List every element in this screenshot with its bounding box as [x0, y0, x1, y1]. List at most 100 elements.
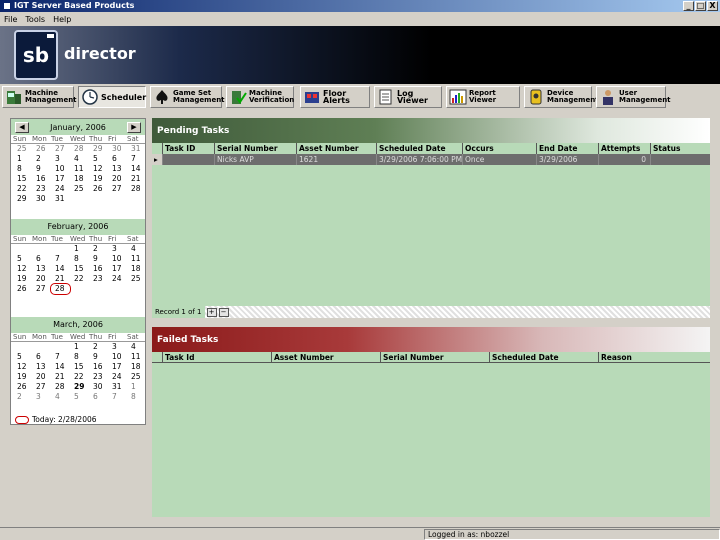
calendar-day[interactable]: 31	[127, 144, 146, 154]
calendar-next-button[interactable]: ▶	[127, 122, 141, 133]
calendar-day[interactable]: 17	[108, 264, 127, 274]
scheduler-button[interactable]: Scheduler	[78, 86, 146, 108]
calendar-day[interactable]: 30	[108, 144, 127, 154]
column-header[interactable]: Status	[650, 143, 710, 154]
remove-record-button[interactable]: −	[218, 307, 229, 317]
calendar-day[interactable]: 13	[32, 264, 51, 274]
column-header[interactable]: Serial Number	[214, 143, 296, 154]
calendar-day[interactable]: 9	[89, 352, 108, 362]
column-header[interactable]: Scheduled Date	[489, 352, 598, 362]
calendar-day[interactable]: 21	[51, 372, 70, 382]
calendar-day[interactable]: 23	[89, 274, 108, 284]
column-header[interactable]: Asset Number	[271, 352, 380, 362]
game-set-management-button[interactable]: Game Set Management	[150, 86, 225, 108]
column-header[interactable]: Reason	[598, 352, 710, 362]
calendar-day[interactable]: 27	[32, 284, 51, 294]
calendar-day[interactable]: 19	[13, 274, 32, 284]
calendar-day[interactable]: 4	[70, 154, 89, 164]
calendar-day[interactable]: 1	[13, 154, 32, 164]
device-management-button[interactable]: Device Management	[524, 86, 599, 108]
calendar-day[interactable]: 29	[13, 194, 32, 204]
maximize-button[interactable]: □	[695, 1, 706, 11]
user-management-button[interactable]: User Management	[596, 86, 671, 108]
calendar-day[interactable]: 27	[108, 184, 127, 194]
column-header[interactable]: End Date	[536, 143, 598, 154]
calendar-day[interactable]: 1	[70, 244, 89, 254]
calendar-day[interactable]: 1	[70, 342, 89, 352]
calendar-day[interactable]: 25	[127, 274, 146, 284]
calendar-day[interactable]: 7	[108, 392, 127, 402]
calendar-day[interactable]: 31	[51, 194, 70, 204]
calendar-day[interactable]: 14	[51, 264, 70, 274]
machine-verification-button[interactable]: Machine Verification	[226, 86, 294, 108]
calendar-day[interactable]: 2	[32, 154, 51, 164]
calendar-day[interactable]: 11	[127, 352, 146, 362]
calendar-day[interactable]: 10	[108, 352, 127, 362]
calendar-day[interactable]: 2	[89, 244, 108, 254]
column-header[interactable]: Scheduled Date	[376, 143, 462, 154]
calendar-day[interactable]: 27	[51, 144, 70, 154]
calendar-day[interactable]: 4	[127, 342, 146, 352]
calendar-day[interactable]: 22	[70, 274, 89, 284]
calendar-day[interactable]: 20	[32, 274, 51, 284]
calendar-day[interactable]: 16	[89, 264, 108, 274]
calendar-day[interactable]: 7	[127, 154, 146, 164]
menu-help[interactable]: Help	[53, 15, 71, 24]
calendar-day[interactable]: 30	[89, 382, 108, 392]
calendar-day[interactable]: 12	[13, 264, 32, 274]
column-header[interactable]: Attempts	[598, 143, 650, 154]
calendar-day[interactable]: 28	[51, 382, 70, 392]
calendar-day[interactable]: 4	[51, 392, 70, 402]
log-viewer-button[interactable]: Log Viewer	[374, 86, 442, 108]
calendar-day[interactable]: 12	[13, 362, 32, 372]
calendar-day[interactable]: 17	[51, 174, 70, 184]
calendar-day[interactable]: 30	[32, 194, 51, 204]
calendar-day[interactable]: 12	[89, 164, 108, 174]
calendar-day[interactable]: 26	[13, 284, 32, 294]
calendar-day[interactable]: 18	[127, 362, 146, 372]
column-header[interactable]: Task Id	[162, 352, 271, 362]
calendar-day[interactable]: 6	[89, 392, 108, 402]
menu-tools[interactable]: Tools	[25, 15, 45, 24]
calendar-day[interactable]: 19	[89, 174, 108, 184]
calendar-day[interactable]: 20	[108, 174, 127, 184]
calendar-day[interactable]: 5	[13, 352, 32, 362]
calendar-day[interactable]: 24	[108, 274, 127, 284]
calendar-day[interactable]: 25	[13, 144, 32, 154]
calendar-day[interactable]: 23	[32, 184, 51, 194]
calendar-day[interactable]: 8	[70, 254, 89, 264]
column-header[interactable]: Serial Number	[380, 352, 489, 362]
calendar-day[interactable]: 29	[70, 382, 89, 392]
calendar-day[interactable]: 16	[32, 174, 51, 184]
calendar-day[interactable]: 28	[127, 184, 146, 194]
calendar-day[interactable]: 17	[108, 362, 127, 372]
calendar-day[interactable]: 16	[89, 362, 108, 372]
calendar-day[interactable]: 18	[127, 264, 146, 274]
table-row[interactable]: ▸ Nicks AVP 1621 3/29/2006 7:06:00 PM On…	[152, 154, 710, 165]
today-link[interactable]: Today: 2/28/2006	[15, 415, 97, 424]
machine-management-button[interactable]: Machine Management	[2, 86, 77, 108]
calendar-day[interactable]: 7	[51, 254, 70, 264]
column-header[interactable]: Task ID	[162, 143, 214, 154]
calendar-day[interactable]: 3	[108, 342, 127, 352]
calendar-day[interactable]: 6	[32, 254, 51, 264]
calendar-day[interactable]: 3	[32, 392, 51, 402]
calendar-prev-button[interactable]: ◀	[15, 122, 29, 133]
calendar-day[interactable]: 7	[51, 352, 70, 362]
calendar-day[interactable]: 13	[108, 164, 127, 174]
calendar-day[interactable]: 21	[127, 174, 146, 184]
calendar-day[interactable]: 9	[89, 254, 108, 264]
calendar-day[interactable]: 28	[50, 283, 71, 295]
minimize-button[interactable]: _	[683, 1, 694, 11]
calendar-day[interactable]: 18	[70, 174, 89, 184]
calendar-day[interactable]: 22	[13, 184, 32, 194]
calendar-day[interactable]: 8	[70, 352, 89, 362]
calendar-day[interactable]: 2	[89, 342, 108, 352]
calendar-day[interactable]: 31	[108, 382, 127, 392]
calendar-day[interactable]: 11	[127, 254, 146, 264]
calendar-day[interactable]: 25	[127, 372, 146, 382]
calendar-day[interactable]: 25	[70, 184, 89, 194]
floor-alerts-button[interactable]: Floor Alerts	[300, 86, 370, 108]
calendar-day[interactable]: 19	[13, 372, 32, 382]
column-header[interactable]: Asset Number	[296, 143, 376, 154]
